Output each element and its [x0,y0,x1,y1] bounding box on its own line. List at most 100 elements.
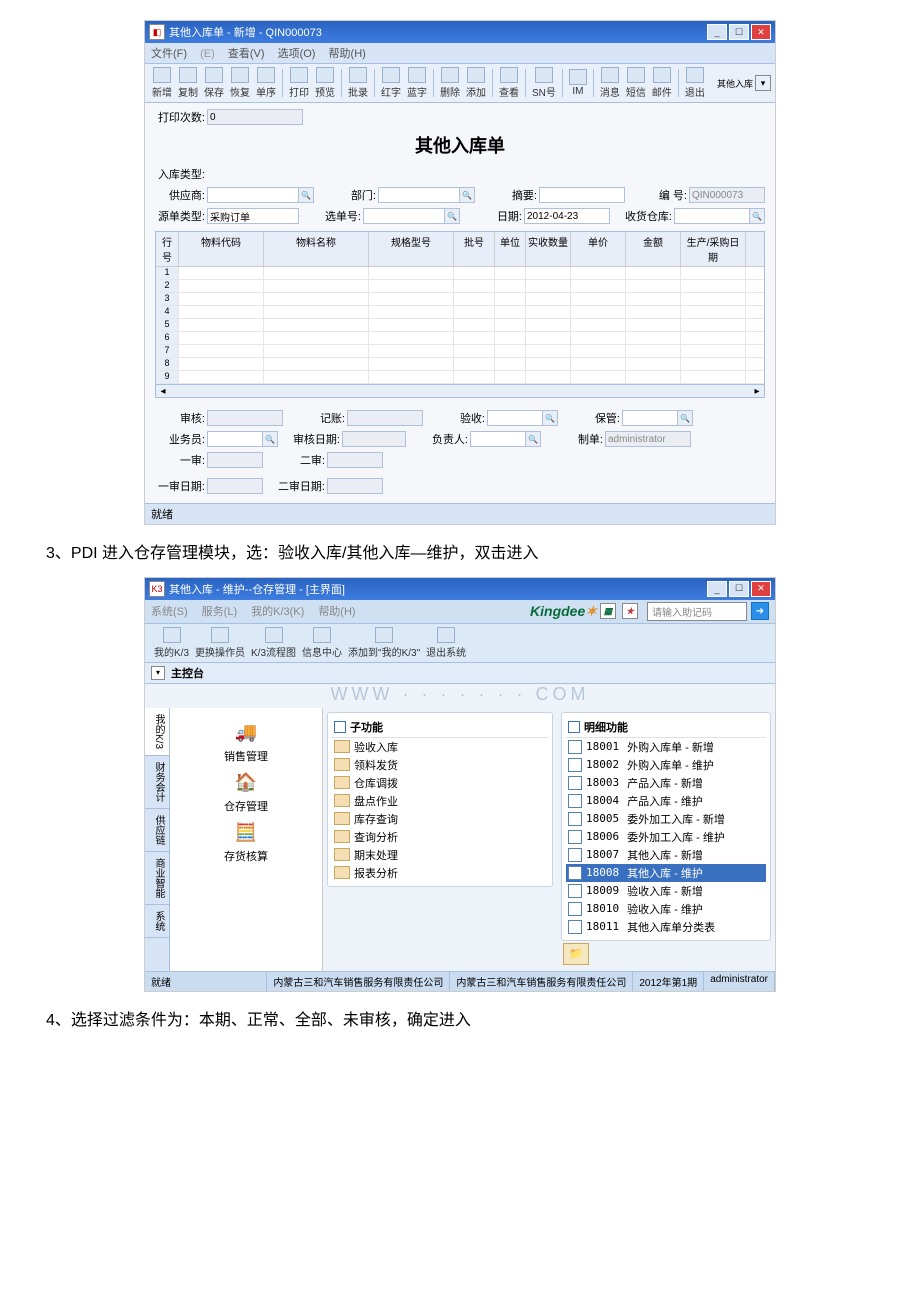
lookup-icon[interactable]: 🔍 [677,410,693,426]
table-row[interactable]: 5 [156,319,764,332]
detail-item[interactable]: 18006委外加工入库 - 维护 [566,828,766,846]
menu-view[interactable]: 查看(V) [228,48,265,60]
tool-exit[interactable]: 退出系统 [426,627,466,659]
tool-add[interactable]: 添加到"我的K/3" [348,627,420,659]
lookup-icon[interactable]: 🔍 [542,410,558,426]
h-scrollbar[interactable]: ◂▸ [156,384,764,397]
vtab-4[interactable]: 系统 [145,905,169,938]
tool-新增[interactable]: 新增 [152,67,172,99]
detail-item[interactable]: 18001外购入库单 - 新增 [566,738,766,756]
menu-sys[interactable]: 系统(S) [151,603,188,619]
lookup-icon[interactable]: 🔍 [262,431,278,447]
tool-消息[interactable]: 消息 [600,67,620,99]
tool-保存[interactable]: 保存 [204,67,224,99]
sub-item[interactable]: 期末处理 [332,846,548,864]
sub-item[interactable]: 盘点作业 [332,792,548,810]
detail-item[interactable]: 18004产品入库 - 维护 [566,792,766,810]
lookup-icon[interactable]: 🔍 [749,208,765,224]
folder-icon[interactable]: 📁 [563,943,589,965]
tool-添加[interactable]: 添加 [466,67,486,99]
tool-退出[interactable]: 退出 [685,67,705,99]
tool-IM[interactable]: IM [569,69,587,97]
sub-item[interactable]: 报表分析 [332,864,548,882]
selectno-input[interactable] [363,208,445,224]
lookup-icon[interactable]: 🔍 [525,431,541,447]
minimize-button[interactable]: _ [707,581,727,597]
tool-批录[interactable]: 批录 [348,67,368,99]
lookup-icon[interactable]: 🔍 [298,187,314,203]
minimize-button[interactable]: _ [707,24,727,40]
sales-input[interactable] [207,431,263,447]
menu-option[interactable]: 选项(O) [278,48,316,60]
tool-红字[interactable]: 红字 [381,67,401,99]
rcvwh-input[interactable] [674,208,750,224]
inspect-input[interactable] [487,410,543,426]
head-input[interactable] [470,431,526,447]
tool-打印[interactable]: 打印 [289,67,309,99]
tool-预览[interactable]: 预览 [315,67,335,99]
tool-查看[interactable]: 查看 [499,67,519,99]
detail-item[interactable]: 18008其他入库 - 维护 [566,864,766,882]
tool-SN号[interactable]: SN号 [532,67,556,99]
menu-myk3[interactable]: 我的K/3(K) [251,603,304,619]
vtab-0[interactable]: 我的K/3 [145,708,169,756]
fav-icon[interactable]: ★ [622,603,638,619]
help-input[interactable]: 请输入助记码 [647,602,747,621]
close-button[interactable]: ✕ [751,581,771,597]
menu-file[interactable]: 文件(F) [151,48,187,60]
nav-仓存管理[interactable]: 🏠仓存管理 [176,770,316,814]
menu-svc[interactable]: 服务(L) [202,603,237,619]
table-row[interactable]: 2 [156,280,764,293]
supplier-input[interactable] [207,187,299,203]
tool-chop[interactable]: 更换操作员 [195,627,245,659]
dept-input[interactable] [378,187,460,203]
vtab-3[interactable]: 商业智能 [145,852,169,905]
tool-单序[interactable]: 单序 [256,67,276,99]
detail-item[interactable]: 18002外购入库单 - 维护 [566,756,766,774]
table-row[interactable]: 4 [156,306,764,319]
vtab-1[interactable]: 财务会计 [145,756,169,809]
tool-短信[interactable]: 短信 [626,67,646,99]
sub-item[interactable]: 验收入库 [332,738,548,756]
tool-myk3[interactable]: 我的K/3 [154,627,189,659]
sub-item[interactable]: 库存查询 [332,810,548,828]
table-row[interactable]: 8 [156,358,764,371]
detail-item[interactable]: 18009验收入库 - 新增 [566,882,766,900]
sub-item[interactable]: 查询分析 [332,828,548,846]
chevron-down-icon[interactable]: ▾ [151,666,165,680]
module-dropdown[interactable]: 其他入库 ▾ [717,75,771,91]
menu-help[interactable]: 帮助(H) [318,603,355,619]
keeper-input[interactable] [622,410,678,426]
sub-item[interactable]: 仓库调拨 [332,774,548,792]
summary-input[interactable] [539,187,625,203]
table-row[interactable]: 3 [156,293,764,306]
go-button[interactable]: ➜ [751,602,769,620]
maximize-button[interactable]: ☐ [729,581,749,597]
detail-item[interactable]: 18011其他入库单分类表 [566,918,766,936]
maximize-button[interactable]: ☐ [729,24,749,40]
nav-销售管理[interactable]: 🚚销售管理 [176,720,316,764]
nav-存货核算[interactable]: 🧮存货核算 [176,820,316,864]
tool-复制[interactable]: 复制 [178,67,198,99]
square-icon[interactable]: ▦ [600,603,616,619]
tool-flow[interactable]: K/3流程图 [251,627,296,659]
table-row[interactable]: 7 [156,345,764,358]
table-row[interactable]: 6 [156,332,764,345]
menu-help[interactable]: 帮助(H) [329,48,366,60]
tool-删除[interactable]: 删除 [440,67,460,99]
lookup-icon[interactable]: 🔍 [459,187,475,203]
detail-item[interactable]: 18005委外加工入库 - 新增 [566,810,766,828]
vtab-2[interactable]: 供应链 [145,809,169,852]
lookup-icon[interactable]: 🔍 [444,208,460,224]
date-input[interactable]: 2012-04-23 [524,208,610,224]
tool-蓝字[interactable]: 蓝字 [407,67,427,99]
table-row[interactable]: 9 [156,371,764,384]
detail-item[interactable]: 18003产品入库 - 新增 [566,774,766,792]
detail-item[interactable]: 18010验收入库 - 维护 [566,900,766,918]
tool-邮件[interactable]: 邮件 [652,67,672,99]
tool-恢复[interactable]: 恢复 [230,67,250,99]
tool-info[interactable]: 信息中心 [302,627,342,659]
sub-item[interactable]: 领料发货 [332,756,548,774]
srctype-input[interactable]: 采购订单 [207,208,299,224]
table-row[interactable]: 1 [156,267,764,280]
